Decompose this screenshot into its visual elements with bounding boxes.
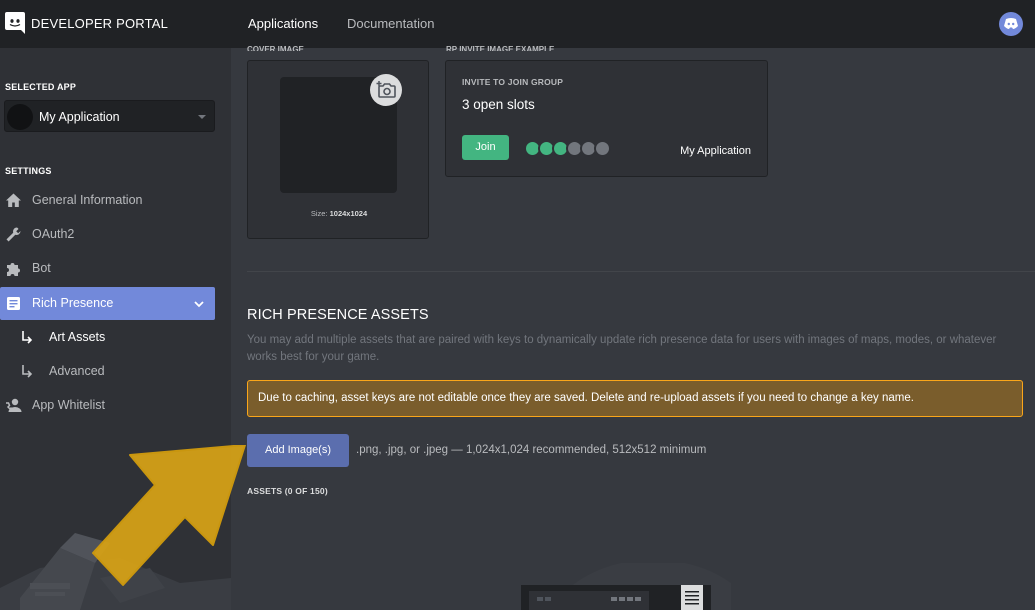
tab-documentation[interactable]: Documentation bbox=[347, 16, 434, 31]
sidebar-subitem-label: Advanced bbox=[49, 364, 105, 378]
sidebar-item-app-whitelist[interactable]: App Whitelist bbox=[0, 390, 215, 420]
caret-down-icon bbox=[198, 115, 206, 119]
tab-applications[interactable]: Applications bbox=[248, 16, 318, 31]
pointer-arrow-annotation bbox=[92, 445, 246, 586]
wrench-icon bbox=[6, 227, 21, 242]
subitem-arrow-icon bbox=[22, 365, 33, 378]
puzzle-icon bbox=[7, 263, 20, 276]
upload-cover-button[interactable] bbox=[370, 74, 402, 106]
invite-app-name: My Application bbox=[680, 145, 751, 157]
top-bar: DEVELOPER PORTAL Applications Documentat… bbox=[0, 0, 1035, 48]
selected-app-label: SELECTED APP bbox=[5, 82, 77, 92]
sidebar-subitem-art-assets[interactable]: Art Assets bbox=[0, 323, 215, 351]
sidebar-item-general-information[interactable]: General Information bbox=[0, 185, 215, 215]
sidebar-subitem-advanced[interactable]: Advanced bbox=[0, 357, 215, 385]
empty-state-illustration bbox=[521, 563, 731, 610]
app-selector[interactable]: My Application bbox=[4, 100, 215, 132]
sidebar-item-label: Rich Presence bbox=[32, 296, 114, 310]
file-format-hint: .png, .jpg, or .jpeg — 1,024x1,024 recom… bbox=[356, 444, 707, 456]
add-images-button[interactable]: Add Image(s) bbox=[247, 434, 349, 467]
discord-face-icon bbox=[1004, 18, 1018, 29]
cover-size-prefix: Size: bbox=[310, 209, 330, 218]
home-icon bbox=[6, 193, 21, 207]
invite-slots: 3 open slots bbox=[462, 97, 535, 112]
invite-preview-card: INVITE TO JOIN GROUP 3 open slots Join M… bbox=[445, 60, 768, 177]
sidebar-item-rich-presence[interactable]: Rich Presence bbox=[0, 287, 215, 320]
caching-warning: Due to caching, asset keys are not edita… bbox=[247, 380, 1023, 417]
subitem-arrow-icon bbox=[22, 331, 33, 344]
sidebar-item-label: General Information bbox=[32, 193, 143, 207]
cover-size-text: Size: 1024x1024 bbox=[248, 209, 430, 218]
chevron-down-icon[interactable] bbox=[193, 298, 205, 310]
cover-image-label: COVER IMAGE bbox=[247, 45, 304, 51]
discord-logo-icon[interactable] bbox=[5, 12, 25, 34]
join-button[interactable]: Join bbox=[462, 135, 509, 160]
assets-title: RICH PRESENCE ASSETS bbox=[247, 307, 429, 323]
sidebar-subitem-label: Art Assets bbox=[49, 330, 106, 344]
sidebar-item-label: Bot bbox=[32, 261, 51, 275]
app-avatar bbox=[7, 104, 33, 130]
empty-slot bbox=[594, 140, 611, 157]
invite-header: INVITE TO JOIN GROUP bbox=[462, 77, 564, 87]
sidebar-item-bot[interactable]: Bot bbox=[0, 253, 215, 283]
cover-image-card: Size: 1024x1024 bbox=[247, 60, 429, 239]
sidebar-item-label: App Whitelist bbox=[32, 398, 105, 412]
cover-size-value: 1024x1024 bbox=[329, 209, 368, 218]
sidebar-item-oauth2[interactable]: OAuth2 bbox=[0, 219, 215, 249]
main-content: COVER IMAGE Size: 1024x1024 RP INVITE IM… bbox=[231, 45, 1035, 610]
sidebar-item-label: OAuth2 bbox=[32, 227, 75, 241]
section-divider bbox=[247, 271, 1035, 272]
app-selector-value: My Application bbox=[39, 110, 120, 124]
brand-title[interactable]: DEVELOPER PORTAL bbox=[31, 16, 168, 31]
settings-label: SETTINGS bbox=[5, 166, 52, 176]
invite-example-label: RP INVITE IMAGE EXAMPLE bbox=[446, 45, 555, 51]
user-avatar[interactable] bbox=[999, 12, 1023, 36]
assets-description: You may add multiple assets that are pai… bbox=[247, 334, 997, 363]
document-icon bbox=[7, 297, 20, 310]
person-icon bbox=[6, 398, 22, 412]
camera-add-icon bbox=[376, 81, 396, 98]
